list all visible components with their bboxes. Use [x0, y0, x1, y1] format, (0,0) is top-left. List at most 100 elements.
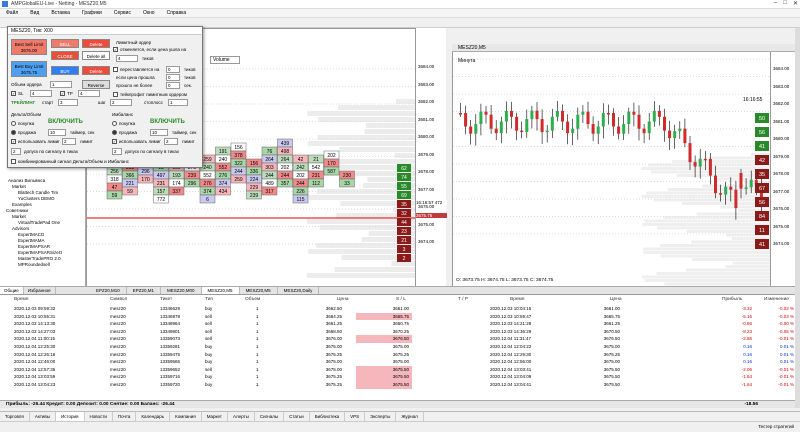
pending-cancel-checkbox[interactable]: ✓ [113, 47, 118, 52]
candle-chart[interactable]: 50 56 41 42 35 67 56 84 11 41 16:16:55 [452, 44, 800, 288]
imbalance-sell-radio[interactable] [112, 130, 117, 135]
menu-window[interactable]: Окно [137, 10, 161, 16]
delta-use-limit-checkbox[interactable]: ✓ [11, 139, 16, 144]
menu-charts[interactable]: Графики [76, 10, 108, 16]
table-row[interactable]: 2020.12.03 10:55:31 mesz20 13346978 sell 1 36… [0, 312, 800, 321]
move-if-input[interactable]: 0 [166, 74, 180, 81]
menu-help[interactable]: Справка [161, 10, 193, 16]
column-header[interactable]: T / P [458, 295, 468, 304]
delta-timer-input[interactable]: 10 [48, 129, 66, 136]
table-cell: 1 [256, 344, 259, 349]
volume-profile-bar [339, 147, 416, 152]
delta-sell-radio[interactable] [11, 130, 16, 135]
maximize-icon[interactable]: □ [783, 0, 787, 7]
tp-input[interactable]: 4 [78, 90, 100, 97]
sell-button[interactable]: SELL [51, 39, 79, 48]
delta-buy-radio[interactable] [11, 121, 16, 126]
toolbox-tab[interactable]: Алерты [228, 411, 255, 422]
takeprofit-pending-checkbox[interactable] [113, 92, 118, 97]
toolbox-tab[interactable]: VPS [345, 411, 366, 422]
sl-input[interactable]: 4 [30, 90, 52, 97]
column-header[interactable]: Цена [337, 295, 349, 304]
toolbox-tab[interactable]: Журнал [396, 411, 424, 422]
toolbox-tab[interactable]: Календарь [136, 411, 171, 422]
menu-insert[interactable]: Вставка [45, 10, 76, 16]
menu-file[interactable]: Файл [0, 10, 24, 16]
table-row[interactable]: 2020.12.04 12:25:30 mesz20 13359281 buy 1 367… [0, 343, 800, 351]
delta-tolerance-input[interactable]: 2 [11, 148, 21, 155]
column-header[interactable]: Прибыль [722, 295, 742, 304]
table-row[interactable]: 2020.12.04 13:03:59 mesz20 13359716 buy 1 367… [0, 373, 800, 381]
trailing-step-input[interactable]: 2 [110, 99, 132, 106]
not-more-input[interactable]: 0 [166, 82, 180, 89]
table-row[interactable]: 2020.12.03 14:27:03 mesz20 13349801 sell 1 36… [0, 328, 800, 336]
toolbox-tab[interactable]: Почта [113, 411, 137, 422]
timeframe-label[interactable]: Минута [458, 58, 475, 64]
column-header[interactable]: Время [14, 295, 28, 304]
delete-buy-button[interactable]: Delete [82, 66, 110, 75]
delta-limit-input[interactable]: 2 [62, 138, 76, 145]
toolbox-tab[interactable]: Эксперты [365, 411, 397, 422]
column-header[interactable]: Изменение [764, 295, 789, 304]
delete-all-button[interactable]: Delete all [82, 51, 110, 60]
imbalance-timer-input[interactable]: 10 [150, 129, 168, 136]
toolbox-tab[interactable]: Компания [170, 411, 202, 422]
toolbox-tab[interactable]: Маркет [202, 411, 228, 422]
tab-common[interactable]: Общие [0, 287, 24, 294]
best-buy-button[interactable]: Best Buy Limit 3675.75 [11, 61, 47, 77]
right-scrollbar[interactable] [795, 28, 800, 408]
table-row[interactable]: 2020.12.04 12:26:16 mesz20 13359475 buy 1 367… [0, 351, 800, 359]
toolbox-tab[interactable]: Статьи [284, 411, 310, 422]
table-row[interactable]: 2020.12.03 14:13:30 mesz20 13348964 sell 1 36… [0, 320, 800, 328]
order-volume-input[interactable]: 1 [50, 81, 72, 88]
delta-sell-label: продажа [18, 130, 36, 135]
column-header[interactable]: S / L [396, 295, 406, 304]
toolbox-tab[interactable]: Активы [30, 411, 57, 422]
move-input[interactable]: 0 [166, 66, 180, 73]
stoploss-input[interactable]: 1 [168, 99, 188, 106]
column-header[interactable]: Объем [245, 295, 260, 304]
close-icon[interactable]: ✕ [793, 0, 798, 7]
toolbox-tab[interactable]: История [56, 411, 85, 422]
move-checkbox[interactable] [113, 67, 118, 72]
toolbox-tab[interactable]: Новости [85, 411, 113, 422]
imbalance-buy-radio[interactable] [112, 121, 117, 126]
table-row[interactable]: 2020.12.03 09:59:32 mesz20 13346629 buy 1 366… [0, 305, 800, 313]
buy-button[interactable]: BUY [51, 66, 79, 75]
imbalance-enable-label[interactable]: ВКЛЮЧИТЬ [150, 119, 185, 125]
table-row[interactable]: 2020.12.04 11:00:15 mesz20 13359073 sell 1 36… [0, 335, 800, 343]
tree-item[interactable]: MPRoundedsell [2, 262, 86, 268]
toolbox-tab[interactable]: Сигналы [255, 411, 285, 422]
column-header[interactable]: Тикет [160, 295, 172, 304]
imbalance-limit-input[interactable]: 2 [164, 138, 178, 145]
table-cell: 2020.12.03 14:13:30 [14, 321, 56, 327]
menu-tools[interactable]: Сервис [108, 10, 137, 16]
reverse-button[interactable]: Reverse [82, 80, 110, 89]
tab-favorites[interactable]: Избранное [24, 287, 56, 294]
menu-view[interactable]: Вид [24, 10, 45, 16]
column-header[interactable]: Тип [205, 295, 213, 304]
imbalance-tolerance-input[interactable]: 2 [112, 148, 122, 155]
pending-cancel-input[interactable]: 4 [116, 55, 138, 62]
close-button[interactable]: CLOSE [51, 51, 79, 60]
minimize-icon[interactable]: – [774, 0, 777, 7]
tp-checkbox[interactable]: ✓ [60, 91, 65, 96]
table-row[interactable]: 2020.12.04 12:57:36 mesz20 13359652 sell 1 36… [0, 365, 800, 374]
sl-checkbox[interactable]: ✓ [11, 91, 16, 96]
imbalance-use-limit-checkbox[interactable]: ✓ [112, 139, 117, 144]
table-row[interactable]: 2020.12.04 12:46:00 mesz20 13359565 buy 1 367… [0, 358, 800, 366]
column-header[interactable]: Время [510, 295, 524, 304]
candle-body [632, 111, 636, 115]
cluster-value: 230 [343, 173, 352, 179]
imbalance-limit-label: лимит [182, 139, 195, 144]
delta-enable-label[interactable]: ВКЛЮЧИТЬ [48, 119, 83, 125]
column-header[interactable]: Цена [610, 295, 622, 304]
combined-checkbox[interactable] [11, 159, 16, 164]
toolbox-tab[interactable]: Торговля [0, 411, 30, 422]
best-sell-button[interactable]: Best Sell Limit 3676.00 [11, 39, 47, 55]
delete-sell-button[interactable]: Delete [82, 39, 110, 48]
trailing-start-input[interactable]: 3 [58, 99, 78, 106]
column-header[interactable]: Символ [110, 295, 127, 304]
table-row[interactable]: 2020.12.04 13:04:23 mesz20 13359720 buy 1 367… [0, 381, 800, 389]
toolbox-tab[interactable]: Библиотека [310, 411, 346, 422]
